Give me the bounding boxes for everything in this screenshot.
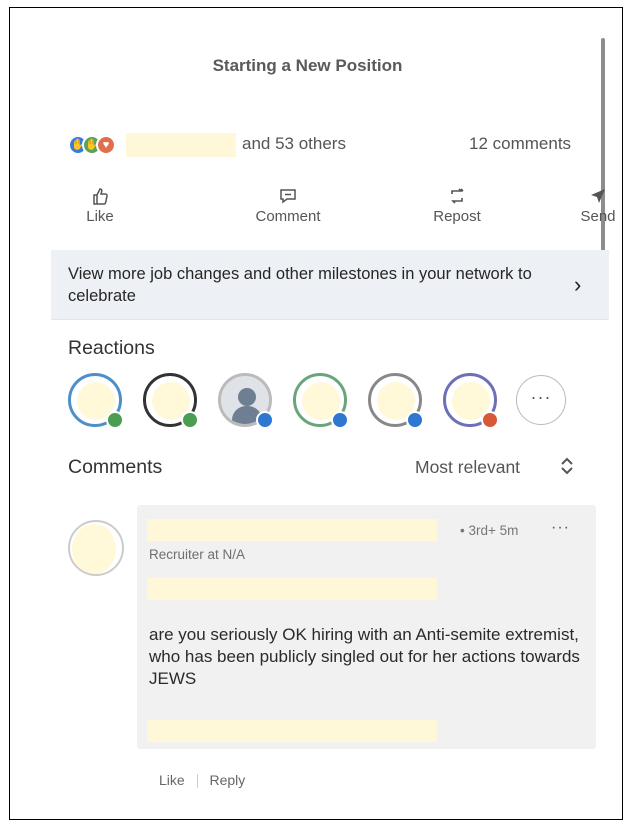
send-icon (591, 189, 605, 203)
divider (196, 774, 198, 789)
reactor-avatar[interactable] (218, 373, 274, 429)
redacted-commenter-name[interactable] (147, 519, 437, 541)
comment-button[interactable]: Comment (238, 186, 338, 225)
reactions-count-link[interactable]: and 53 others (242, 134, 346, 154)
like-icon (256, 411, 274, 429)
celebrate-icon (106, 411, 124, 429)
love-icon: ♥ (96, 135, 116, 155)
like-icon (331, 411, 349, 429)
comment-like-button[interactable]: Like (159, 772, 185, 788)
reactor-avatar[interactable] (293, 373, 349, 429)
comments-heading: Comments (68, 456, 163, 478)
person-icon (238, 388, 256, 406)
avatar[interactable] (68, 520, 124, 576)
comments-count-link[interactable]: 12 comments (469, 134, 571, 154)
comment-reply-button[interactable]: Reply (209, 772, 245, 788)
commenter-headline: Recruiter at N/A (149, 547, 246, 562)
banner-text: View more job changes and other mileston… (68, 265, 532, 305)
reaction-icons[interactable]: ✋ ✋ ♥ (68, 135, 132, 157)
post-detail-panel: Starting a New Position ✋ ✋ ♥ and 53 oth… (9, 7, 623, 820)
send-label: Send (580, 208, 616, 225)
sort-dropdown[interactable]: Most relevant (415, 457, 520, 478)
comment-actions: Like Reply (159, 772, 245, 789)
celebrate-icon (181, 411, 199, 429)
send-button[interactable]: Send (558, 186, 622, 225)
chevron-right-icon: › (574, 272, 582, 297)
comment-label: Comment (255, 208, 321, 225)
love-icon (481, 411, 499, 429)
reactor-avatar[interactable] (368, 373, 424, 429)
page-title: Starting a New Position (212, 56, 403, 75)
comment-text: are you seriously OK hiring with an Anti… (149, 625, 580, 688)
repost-label: Repost (433, 208, 481, 225)
thumbs-up-icon (93, 188, 108, 205)
milestones-banner[interactable]: View more job changes and other mileston… (51, 250, 609, 320)
reactor-avatars: ··· (68, 373, 588, 433)
like-button[interactable]: Like (50, 186, 150, 225)
reactor-avatar[interactable] (68, 373, 124, 429)
reactions-heading: Reactions (68, 337, 155, 359)
reactor-avatar[interactable] (443, 373, 499, 429)
redacted-text (147, 720, 437, 742)
action-bar: Like Comment Repost Send (70, 186, 616, 234)
comment-bubble: • 3rd+ 5m ··· Recruiter at N/A are you s… (137, 505, 596, 749)
like-icon (406, 411, 424, 429)
reactor-avatar[interactable] (143, 373, 199, 429)
comment-icon (280, 189, 296, 204)
repost-button[interactable]: Repost (407, 186, 507, 225)
more-reactions-button[interactable]: ··· (516, 375, 566, 425)
comment-more-button[interactable]: ··· (551, 519, 570, 537)
redacted-reactor-name[interactable] (126, 133, 236, 157)
comment-meta: • 3rd+ 5m (460, 523, 519, 538)
repost-icon (451, 188, 464, 204)
sort-icon[interactable] (558, 454, 576, 478)
like-label: Like (86, 208, 114, 225)
redacted-text (147, 578, 437, 600)
